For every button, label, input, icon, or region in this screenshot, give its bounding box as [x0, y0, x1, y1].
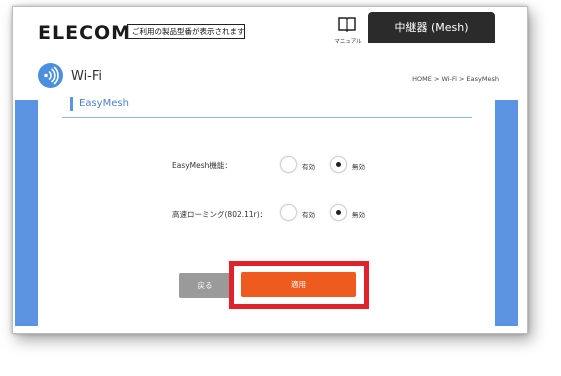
- apply-button[interactable]: 適用: [241, 272, 356, 297]
- easymesh-enable-label: 有効: [302, 163, 315, 171]
- page-title: Wi-Fi: [71, 69, 103, 84]
- fast-roaming-disable-radio[interactable]: [330, 204, 347, 221]
- back-button[interactable]: 戻る: [179, 273, 231, 298]
- fast-roaming-label: 高速ローミング(802.11r)：: [172, 210, 268, 219]
- fast-roaming-enable-radio[interactable]: [280, 204, 297, 221]
- panel-heading: EasyMesh: [70, 97, 129, 111]
- book-icon: [338, 17, 356, 32]
- easymesh-disable-radio[interactable]: [330, 156, 347, 173]
- mode-badge: 中継器 (Mesh): [368, 12, 495, 43]
- model-number-box: ご利用の製品型番が表示されます: [127, 24, 245, 39]
- right-accent-bar: [495, 100, 518, 326]
- left-accent-bar: [15, 100, 38, 326]
- wifi-icon: [38, 63, 63, 88]
- fast-roaming-disable-label: 無効: [352, 211, 365, 219]
- easymesh-disable-label: 無効: [352, 163, 365, 171]
- manual-label: マニュアル: [334, 39, 362, 45]
- breadcrumb[interactable]: HOME > Wi-Fi > EasyMesh: [412, 75, 499, 83]
- easymesh-enable-radio[interactable]: [280, 156, 297, 173]
- elecom-logo: ELECOM: [38, 22, 132, 44]
- fast-roaming-enable-label: 有効: [302, 211, 315, 219]
- panel-divider: [62, 117, 472, 118]
- easymesh-function-label: EasyMesh機能：: [172, 161, 232, 170]
